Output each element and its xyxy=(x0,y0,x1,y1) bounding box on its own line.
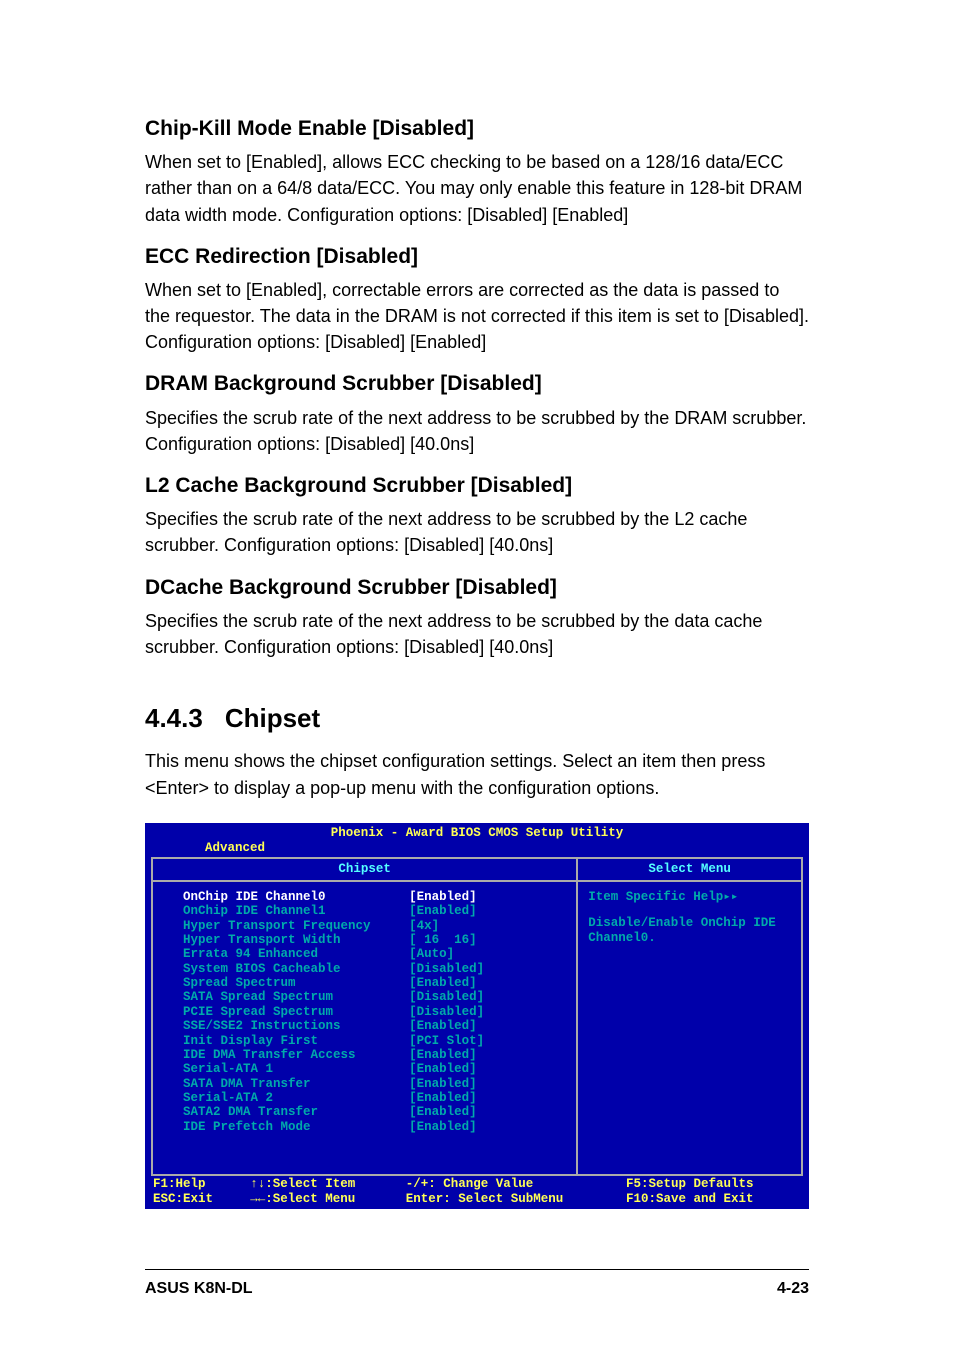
bios-row[interactable]: OnChip IDE Channel1[Enabled] xyxy=(183,904,566,918)
bios-row[interactable]: Hyper Transport Frequency[4x] xyxy=(183,919,566,933)
footer-f1: F1:Help xyxy=(153,1177,250,1191)
bios-row[interactable]: Init Display First[PCI Slot] xyxy=(183,1034,566,1048)
bios-left-header: Chipset xyxy=(153,857,576,881)
footer-esc: ESC:Exit xyxy=(153,1192,250,1206)
bios-row-label: Init Display First xyxy=(183,1034,409,1048)
bios-right-header: Select Menu xyxy=(578,857,801,881)
bios-row-label: IDE DMA Transfer Access xyxy=(183,1048,409,1062)
bios-row[interactable]: Spread Spectrum[Enabled] xyxy=(183,976,566,990)
footer-change-value: -/+: Change Value xyxy=(406,1177,626,1191)
bios-row-value: [Disabled] xyxy=(409,990,484,1004)
bios-row[interactable]: OnChip IDE Channel0[Enabled] xyxy=(183,890,566,904)
bios-row-value: [Enabled] xyxy=(409,1105,477,1119)
footer-enter: Enter: Select SubMenu xyxy=(406,1192,626,1206)
bios-row-label: SATA DMA Transfer xyxy=(183,1077,409,1091)
bios-row-value: [4x] xyxy=(409,919,439,933)
subsection-intro: This menu shows the chipset configuratio… xyxy=(145,748,809,800)
section-body: Specifies the scrub rate of the next add… xyxy=(145,608,809,660)
bios-rows: OnChip IDE Channel0[Enabled]OnChip IDE C… xyxy=(153,882,576,1174)
bios-row[interactable]: Errata 94 Enhanced[Auto] xyxy=(183,947,566,961)
bios-screen: Phoenix - Award BIOS CMOS Setup Utility … xyxy=(145,823,809,1209)
footer-right: 4-23 xyxy=(777,1278,809,1300)
bios-row-value: [Enabled] xyxy=(409,976,477,990)
section-heading: L2 Cache Background Scrubber [Disabled] xyxy=(145,471,809,500)
bios-help-title: Item Specific Help▸▸ xyxy=(588,890,793,904)
bios-row-value: [Enabled] xyxy=(409,1120,477,1134)
bios-row-label: Hyper Transport Frequency xyxy=(183,919,409,933)
bios-row-label: PCIE Spread Spectrum xyxy=(183,1005,409,1019)
bios-row-value: [Enabled] xyxy=(409,1062,477,1076)
bios-panel-right: Select Menu Item Specific Help▸▸ Disable… xyxy=(578,857,801,1174)
section-body: When set to [Enabled], correctable error… xyxy=(145,277,809,355)
bios-row[interactable]: SATA2 DMA Transfer[Enabled] xyxy=(183,1105,566,1119)
bios-row-label: System BIOS Cacheable xyxy=(183,962,409,976)
bios-row[interactable]: PCIE Spread Spectrum[Disabled] xyxy=(183,1005,566,1019)
bios-row-label: OnChip IDE Channel1 xyxy=(183,904,409,918)
subsection-number: 4.4.3 xyxy=(145,700,203,736)
section-body: When set to [Enabled], allows ECC checki… xyxy=(145,149,809,227)
bios-row-value: [Auto] xyxy=(409,947,454,961)
bios-row-value: [Enabled] xyxy=(409,1091,477,1105)
bios-row-value: [PCI Slot] xyxy=(409,1034,484,1048)
bios-row[interactable]: SATA Spread Spectrum[Disabled] xyxy=(183,990,566,1004)
bios-row-value: [ 16 16] xyxy=(409,933,477,947)
bios-row-label: SSE/SSE2 Instructions xyxy=(183,1019,409,1033)
bios-row[interactable]: Serial-ATA 1[Enabled] xyxy=(183,1062,566,1076)
section-body: Specifies the scrub rate of the next add… xyxy=(145,506,809,558)
footer-left: ASUS K8N-DL xyxy=(145,1278,253,1300)
bios-row-label: Serial-ATA 2 xyxy=(183,1091,409,1105)
section-heading: DRAM Background Scrubber [Disabled] xyxy=(145,369,809,398)
bios-row-label: SATA Spread Spectrum xyxy=(183,990,409,1004)
bios-row-label: SATA2 DMA Transfer xyxy=(183,1105,409,1119)
bios-row-label: Serial-ATA 1 xyxy=(183,1062,409,1076)
footer-save: F10:Save and Exit xyxy=(626,1192,801,1206)
bios-help-body: Disable/Enable OnChip IDE Channel0. xyxy=(588,916,793,945)
bios-row-value: [Enabled] xyxy=(409,1048,477,1062)
bios-row-value: [Enabled] xyxy=(409,1019,477,1033)
bios-row[interactable]: Serial-ATA 2[Enabled] xyxy=(183,1091,566,1105)
bios-footer: F1:Help ↑↓:Select Item -/+: Change Value… xyxy=(145,1176,809,1209)
bios-row[interactable]: SATA DMA Transfer[Enabled] xyxy=(183,1077,566,1091)
section-heading: DCache Background Scrubber [Disabled] xyxy=(145,573,809,602)
bios-row-value: [Disabled] xyxy=(409,1005,484,1019)
bios-tab-advanced[interactable]: Advanced xyxy=(197,841,273,855)
bios-row[interactable]: System BIOS Cacheable[Disabled] xyxy=(183,962,566,976)
page-footer: ASUS K8N-DL 4-23 xyxy=(145,1269,809,1300)
bios-row-value: [Disabled] xyxy=(409,962,484,976)
bios-row-value: [Enabled] xyxy=(409,904,477,918)
bios-row[interactable]: SSE/SSE2 Instructions[Enabled] xyxy=(183,1019,566,1033)
section-body: Specifies the scrub rate of the next add… xyxy=(145,405,809,457)
bios-row[interactable]: IDE Prefetch Mode[Enabled] xyxy=(183,1120,566,1134)
bios-row[interactable]: Hyper Transport Width[ 16 16] xyxy=(183,933,566,947)
bios-row-label: IDE Prefetch Mode xyxy=(183,1120,409,1134)
bios-row-label: Errata 94 Enhanced xyxy=(183,947,409,961)
section-heading: Chip-Kill Mode Enable [Disabled] xyxy=(145,114,809,143)
bios-row[interactable]: IDE DMA Transfer Access[Enabled] xyxy=(183,1048,566,1062)
section-heading: ECC Redirection [Disabled] xyxy=(145,242,809,271)
bios-row-value: [Enabled] xyxy=(409,890,477,904)
bios-title: Phoenix - Award BIOS CMOS Setup Utility xyxy=(145,823,809,841)
bios-row-label: OnChip IDE Channel0 xyxy=(183,890,409,904)
subsection-heading: 4.4.3 Chipset xyxy=(145,700,809,736)
bios-row-label: Hyper Transport Width xyxy=(183,933,409,947)
bios-tabs: Advanced xyxy=(145,841,809,857)
bios-panel-left: Chipset OnChip IDE Channel0[Enabled]OnCh… xyxy=(153,857,578,1174)
footer-select-item: ↑↓:Select Item xyxy=(250,1177,406,1191)
bios-row-label: Spread Spectrum xyxy=(183,976,409,990)
footer-setup-defaults: F5:Setup Defaults xyxy=(626,1177,801,1191)
footer-select-menu: →←:Select Menu xyxy=(250,1192,406,1206)
bios-help: Item Specific Help▸▸ Disable/Enable OnCh… xyxy=(578,882,801,953)
bios-panel: Chipset OnChip IDE Channel0[Enabled]OnCh… xyxy=(151,857,803,1176)
bios-row-value: [Enabled] xyxy=(409,1077,477,1091)
subsection-title: Chipset xyxy=(225,703,320,733)
